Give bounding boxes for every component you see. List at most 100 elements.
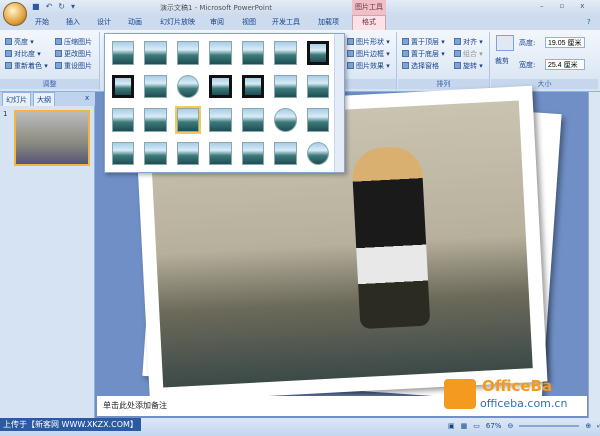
style-thumb[interactable] — [112, 108, 135, 132]
gallery-scrollbar[interactable] — [334, 34, 344, 172]
style-thumb-selected[interactable] — [174, 106, 202, 134]
office-button[interactable] — [3, 2, 27, 26]
crop-icon[interactable] — [496, 35, 514, 51]
save-icon[interactable]: ■ — [32, 2, 40, 11]
picture-styles-group: 图片形状 ▾ 图片边框 ▾ 图片效果 ▾ — [345, 32, 397, 90]
picture-styles-gallery — [104, 33, 345, 173]
style-thumb[interactable] — [306, 141, 329, 165]
pane-close-button[interactable]: x — [85, 94, 89, 102]
bring-front-button[interactable]: 置于顶层 ▾ — [402, 37, 445, 47]
align-button[interactable]: 对齐 ▾ — [454, 37, 483, 47]
vertical-scrollbar[interactable] — [588, 92, 600, 418]
tab-home[interactable]: 开始 — [35, 17, 49, 27]
width-input[interactable] — [545, 59, 585, 70]
style-thumb[interactable] — [274, 108, 297, 132]
zoom-slider[interactable] — [519, 424, 580, 427]
recolor-button[interactable]: 重新着色 ▾ — [5, 61, 48, 71]
change-picture-button[interactable]: 更改图片 — [55, 49, 92, 59]
minimize-button[interactable]: – — [540, 2, 544, 10]
tab-design[interactable]: 设计 — [97, 17, 111, 27]
style-thumb[interactable] — [176, 41, 200, 65]
picture-effects-button[interactable]: 图片效果 ▾ — [347, 61, 390, 71]
send-back-button[interactable]: 置于底层 ▾ — [402, 49, 445, 59]
view-zoom-controls: ▣ ▦ ▭ 67% ⊖ ⊕ ⤢ — [448, 421, 600, 430]
style-thumb[interactable] — [241, 141, 265, 165]
style-thumb[interactable] — [176, 74, 200, 98]
tab-slides[interactable]: 幻灯片 — [2, 92, 31, 106]
logo-url: officeba.com.cn — [480, 397, 568, 410]
customize-icon[interactable]: ▾ — [71, 2, 75, 11]
style-thumb[interactable] — [306, 74, 329, 98]
style-thumb[interactable] — [144, 74, 167, 98]
slides-pane: 幻灯片 大纲 x 1 — [0, 92, 95, 418]
style-thumb[interactable] — [112, 141, 135, 165]
style-thumb[interactable] — [209, 108, 232, 132]
tab-insert[interactable]: 插入 — [66, 17, 80, 27]
send-back-icon — [402, 50, 409, 57]
reset-picture-button[interactable]: 重设图片 — [55, 61, 92, 71]
rotate-button[interactable]: 旋转 ▾ — [454, 61, 483, 71]
style-thumb[interactable] — [209, 41, 232, 65]
align-icon — [454, 38, 461, 45]
window-title: 演示文稿1 - Microsoft PowerPoint — [160, 4, 273, 12]
picture-shape-button[interactable]: 图片形状 ▾ — [347, 37, 390, 47]
upload-watermark: 上传于【新客网 WWW.XKZX.COM】 — [0, 418, 141, 431]
style-thumb[interactable] — [306, 41, 329, 65]
style-thumb[interactable] — [176, 141, 200, 165]
redo-icon[interactable]: ↻ — [58, 2, 65, 11]
style-thumb[interactable] — [241, 108, 265, 132]
style-thumb[interactable] — [274, 41, 297, 65]
normal-view-icon[interactable]: ▣ — [448, 422, 455, 430]
height-label: 高度: — [519, 39, 536, 47]
slide-thumbnail[interactable] — [14, 110, 90, 166]
tab-view[interactable]: 视图 — [242, 17, 256, 27]
slideshow-view-icon[interactable]: ▭ — [473, 422, 480, 430]
logo-name: OfficeBa — [482, 377, 553, 395]
tab-outline[interactable]: 大纲 — [33, 92, 55, 106]
height-input[interactable] — [545, 37, 585, 48]
compress-button[interactable]: 压缩图片 — [55, 37, 92, 47]
style-thumb[interactable] — [274, 141, 297, 165]
tab-developer[interactable]: 开发工具 — [272, 17, 300, 27]
group-button[interactable]: 组合 ▾ — [454, 49, 483, 59]
style-thumb[interactable] — [112, 41, 135, 65]
tab-animation[interactable]: 动画 — [128, 17, 142, 27]
tab-format[interactable]: 格式 — [352, 15, 386, 30]
style-thumb[interactable] — [241, 74, 265, 98]
style-thumb[interactable] — [144, 141, 167, 165]
style-thumb[interactable] — [209, 141, 232, 165]
title-bar — [0, 0, 600, 15]
help-icon[interactable]: ? — [587, 18, 591, 26]
brightness-button[interactable]: 亮度 ▾ — [5, 37, 34, 47]
zoom-level[interactable]: 67% — [486, 422, 502, 430]
zoom-in-button[interactable]: ⊕ — [585, 422, 591, 430]
undo-icon[interactable]: ↶ — [46, 2, 53, 11]
tab-addins[interactable]: 加载项 — [318, 17, 339, 27]
style-thumb[interactable] — [144, 108, 167, 132]
style-thumb[interactable] — [241, 41, 265, 65]
close-button[interactable]: x — [580, 2, 584, 10]
slide-number: 1 — [3, 110, 8, 118]
zoom-out-button[interactable]: ⊖ — [507, 422, 513, 430]
pane-tabs: 幻灯片 大纲 — [0, 92, 95, 106]
style-thumb[interactable] — [112, 74, 135, 98]
contrast-button[interactable]: 对比度 ▾ — [5, 49, 41, 59]
crop-button[interactable]: 裁剪 — [495, 56, 509, 66]
tab-slideshow[interactable]: 幻灯片放映 — [160, 17, 195, 27]
style-thumb[interactable] — [306, 108, 329, 132]
compress-icon — [55, 38, 62, 45]
officeba-watermark: OfficeBa officeba.com.cn — [444, 377, 584, 413]
style-thumb[interactable] — [209, 74, 232, 98]
style-thumb[interactable] — [274, 74, 297, 98]
adjust-group: 亮度 ▾ 对比度 ▾ 重新着色 ▾ 压缩图片 更改图片 重设图片 调整 — [0, 32, 100, 90]
effects-icon — [347, 62, 354, 69]
shape-icon — [347, 38, 354, 45]
maximize-button[interactable]: ▫ — [560, 2, 565, 10]
tab-review[interactable]: 审阅 — [210, 17, 224, 27]
border-icon — [347, 50, 354, 57]
picture-border-button[interactable]: 图片边框 ▾ — [347, 49, 390, 59]
selection-pane-button[interactable]: 选择窗格 — [402, 61, 439, 71]
style-thumb[interactable] — [144, 41, 167, 65]
sorter-view-icon[interactable]: ▦ — [461, 422, 468, 430]
change-picture-icon — [55, 50, 62, 57]
